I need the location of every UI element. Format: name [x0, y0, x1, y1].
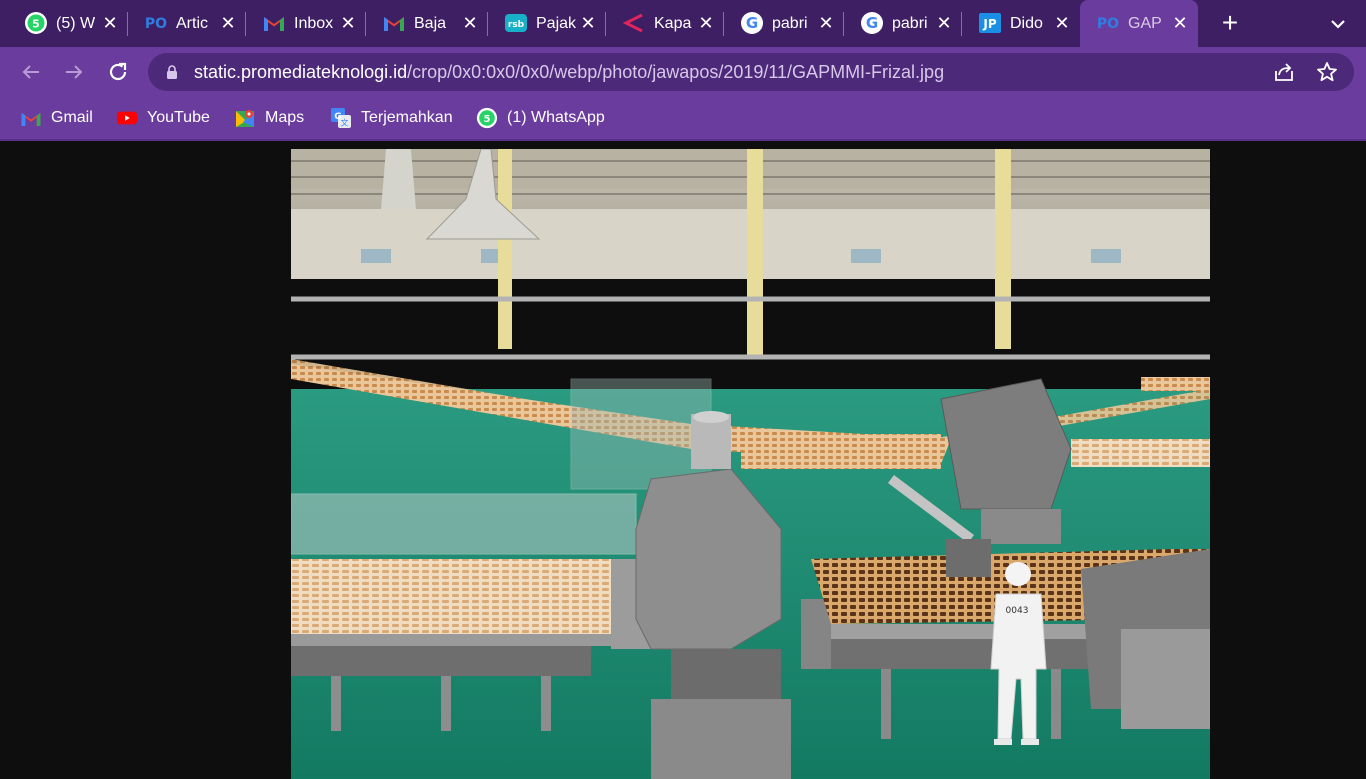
svg-text:rsb: rsb	[508, 20, 525, 30]
tab-strip: 5 (5) W ✕ PO Artic ✕ Inbox ✕ Baja ✕ rsb …	[0, 0, 1366, 47]
pomedia-icon: PO	[144, 11, 168, 35]
svg-text:PO: PO	[1097, 16, 1119, 32]
gmail-icon	[262, 11, 286, 35]
tab-inbox[interactable]: Inbox ✕	[246, 0, 366, 47]
tab-kapa[interactable]: Kapa ✕	[606, 0, 724, 47]
new-tab-button[interactable]: +	[1216, 9, 1244, 37]
lock-icon	[167, 65, 177, 79]
share-icon	[622, 11, 646, 35]
tab-pajak[interactable]: rsb Pajak ✕	[488, 0, 606, 47]
bookmark-translate[interactable]: G文 Terjemahkan	[330, 106, 453, 130]
tab-title: pabri	[892, 15, 928, 32]
close-icon[interactable]: ✕	[100, 13, 120, 33]
tab-title: Dido	[1010, 15, 1043, 32]
youtube-icon	[116, 107, 138, 129]
close-icon[interactable]: ✕	[578, 13, 598, 33]
bookmark-youtube[interactable]: YouTube	[116, 106, 210, 130]
pomedia-icon: PO	[1096, 11, 1120, 35]
close-icon[interactable]: ✕	[338, 13, 358, 33]
address-bar[interactable]: static.promediateknologi.id/crop/0x0:0x0…	[148, 53, 1354, 91]
tab-whatsapp[interactable]: 5 (5) W ✕	[8, 0, 128, 47]
back-button[interactable]	[18, 59, 44, 85]
svg-text:G: G	[866, 14, 878, 32]
jp-icon: JP	[978, 11, 1002, 35]
rsb-icon: rsb	[504, 11, 528, 35]
svg-text:PO: PO	[145, 16, 167, 32]
close-icon[interactable]: ✕	[696, 13, 716, 33]
close-icon[interactable]: ✕	[934, 13, 954, 33]
tab-title: (5) W	[56, 15, 96, 32]
reload-button[interactable]	[105, 59, 131, 85]
gmail-icon	[382, 11, 406, 35]
factory-production-line-image: 0043	[291, 149, 1210, 779]
whatsapp-icon: 5	[476, 107, 498, 129]
bookmark-maps[interactable]: Maps	[234, 106, 304, 130]
reload-icon	[109, 62, 127, 81]
bookmarks-bar: Gmail YouTube Maps G文 Terjemahkan 5 (1) …	[0, 97, 1366, 141]
close-icon[interactable]: ✕	[1170, 13, 1190, 33]
forward-button[interactable]	[61, 59, 87, 85]
tab-baja[interactable]: Baja ✕	[366, 0, 488, 47]
image-viewer: 0043	[0, 143, 1366, 779]
url-host: static.promediateknologi.id	[194, 62, 408, 82]
tab-gapmmi-active[interactable]: PO GAP ✕	[1080, 0, 1198, 47]
tab-title: Artic	[176, 15, 208, 32]
bookmark-whatsapp[interactable]: 5 (1) WhatsApp	[476, 106, 605, 130]
chevron-down-icon[interactable]	[1326, 12, 1350, 36]
share-icon[interactable]	[1273, 61, 1295, 83]
close-icon[interactable]: ✕	[816, 13, 836, 33]
google-icon: G	[860, 11, 884, 35]
bookmark-gmail[interactable]: Gmail	[20, 106, 93, 130]
forward-arrow-icon	[66, 65, 83, 79]
close-icon[interactable]: ✕	[460, 13, 480, 33]
bookmark-label: Gmail	[51, 109, 93, 126]
tab-title: Inbox	[294, 15, 334, 32]
gmail-icon	[20, 107, 42, 129]
worker-badge: 0043	[1006, 606, 1029, 616]
browser-toolbar: static.promediateknologi.id/crop/0x0:0x0…	[0, 47, 1366, 97]
tab-google-1[interactable]: G pabri ✕	[724, 0, 844, 47]
tab-title: Kapa	[654, 15, 692, 32]
svg-text:G: G	[746, 14, 758, 32]
bookmark-label: YouTube	[147, 109, 210, 126]
bookmark-label: Maps	[265, 109, 305, 126]
url-path: /crop/0x0:0x0/0x0/webp/photo/jawapos/201…	[407, 62, 945, 82]
tab-article[interactable]: PO Artic ✕	[128, 0, 246, 47]
bookmark-star-icon[interactable]	[1316, 61, 1338, 83]
svg-text:文: 文	[341, 118, 349, 128]
factory-photo[interactable]: 0043	[291, 149, 1210, 779]
translate-icon: G文	[330, 107, 352, 129]
bookmark-label: Terjemahkan	[361, 109, 453, 126]
google-icon: G	[740, 11, 764, 35]
close-icon[interactable]: ✕	[1052, 13, 1072, 33]
tab-title: GAP	[1128, 15, 1162, 32]
whatsapp-icon: 5	[24, 11, 48, 35]
tab-title: Baja	[414, 15, 447, 32]
maps-icon	[234, 107, 256, 129]
svg-text:5: 5	[32, 18, 40, 31]
svg-text:5: 5	[483, 114, 490, 125]
tab-title: Pajak	[536, 15, 576, 32]
tab-google-2[interactable]: G pabri ✕	[844, 0, 962, 47]
tab-title: pabri	[772, 15, 808, 32]
tab-dido[interactable]: JP Dido ✕	[962, 0, 1080, 47]
url-text[interactable]: static.promediateknologi.id/crop/0x0:0x0…	[194, 61, 944, 83]
svg-text:JP: JP	[982, 17, 996, 31]
bookmark-label: (1) WhatsApp	[507, 109, 605, 126]
back-arrow-icon	[22, 65, 39, 79]
close-icon[interactable]: ✕	[218, 13, 238, 33]
